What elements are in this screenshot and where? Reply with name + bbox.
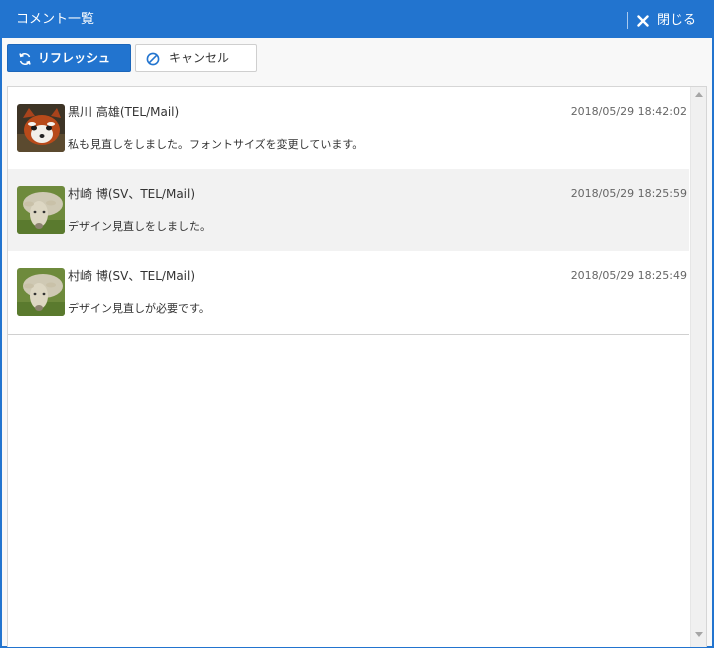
title-bar: コメント一覧 閉じる — [2, 2, 712, 38]
comment-list: 黒川 高雄(TEL/Mail) 2018/05/29 18:42:02 私も見直… — [8, 87, 689, 335]
comment-list-panel: 黒川 高雄(TEL/Mail) 2018/05/29 18:42:02 私も見直… — [7, 86, 707, 647]
scroll-up-arrow-icon[interactable] — [695, 92, 703, 97]
scroll-down-arrow-icon[interactable] — [695, 632, 703, 637]
comment-timestamp: 2018/05/29 18:25:59 — [570, 187, 687, 200]
toolbar: リフレッシュ キャンセル — [2, 38, 712, 83]
cancel-button[interactable]: キャンセル — [135, 44, 257, 72]
comment-author: 村崎 博(SV、TEL/Mail) — [68, 187, 196, 201]
comment-author: 黒川 高雄(TEL/Mail) — [68, 105, 180, 119]
close-button[interactable]: 閉じる — [627, 12, 700, 29]
sheep-avatar-icon — [17, 268, 65, 316]
close-button-label: 閉じる — [657, 13, 697, 28]
comment-item[interactable]: 黒川 高雄(TEL/Mail) 2018/05/29 18:42:02 私も見直… — [8, 87, 689, 169]
refresh-button[interactable]: リフレッシュ — [7, 44, 131, 72]
comment-author: 村崎 博(SV、TEL/Mail) — [68, 269, 196, 283]
cancel-icon — [146, 52, 160, 66]
comment-text: デザイン見直しをしました。 — [68, 220, 211, 233]
vertical-scrollbar[interactable] — [690, 87, 706, 647]
refresh-icon — [19, 53, 31, 65]
refresh-button-label: リフレッシュ — [38, 51, 111, 65]
comment-timestamp: 2018/05/29 18:42:02 — [570, 105, 687, 118]
comment-timestamp: 2018/05/29 18:25:49 — [570, 269, 687, 282]
red-panda-avatar-icon — [17, 104, 65, 152]
sheep-avatar-icon — [17, 186, 65, 234]
comment-item[interactable]: 村崎 博(SV、TEL/Mail) 2018/05/29 18:25:49 デザ… — [8, 251, 689, 333]
window-title: コメント一覧 — [16, 12, 95, 27]
comment-item[interactable]: 村崎 博(SV、TEL/Mail) 2018/05/29 18:25:59 デザ… — [8, 169, 689, 251]
comment-list-window: コメント一覧 閉じる リフレッシュ キャンセル 黒川 高雄(TEL/Mail) … — [0, 0, 714, 648]
comment-text: デザイン見直しが必要です。 — [68, 302, 210, 315]
cancel-button-label: キャンセル — [169, 51, 230, 65]
comment-text: 私も見直しをしました。フォントサイズを変更しています。 — [68, 138, 364, 151]
close-icon — [637, 15, 649, 27]
